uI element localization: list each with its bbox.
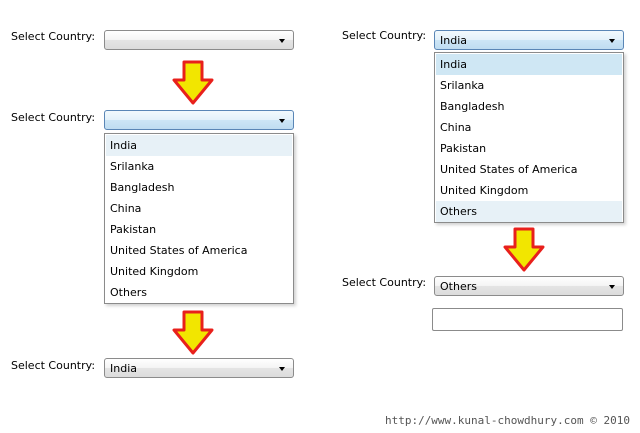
dropdown-option[interactable]: Others bbox=[106, 282, 292, 303]
select-country-label: Select Country: bbox=[11, 30, 96, 43]
chevron-down-icon bbox=[609, 39, 615, 43]
dropdown-option[interactable]: India bbox=[436, 54, 622, 75]
watermark-text: http://www.kunal-chowdhury.com © 2010 bbox=[384, 414, 630, 427]
country-combobox-focused[interactable]: India bbox=[434, 30, 624, 50]
select-country-label: Select Country: bbox=[11, 359, 96, 372]
dropdown-option[interactable]: China bbox=[106, 198, 292, 219]
country-combobox-focused[interactable] bbox=[104, 110, 294, 130]
dropdown-option[interactable]: Bangladesh bbox=[106, 177, 292, 198]
select-country-label: Select Country: bbox=[342, 29, 427, 42]
dropdown-option[interactable]: India bbox=[106, 135, 292, 156]
combobox-value: Others bbox=[440, 280, 477, 293]
select-country-label: Select Country: bbox=[342, 276, 427, 289]
dropdown-option[interactable]: Srilanka bbox=[106, 156, 292, 177]
chevron-down-icon bbox=[279, 119, 285, 123]
country-dropdown-list[interactable]: India Srilanka Bangladesh China Pakistan… bbox=[104, 133, 294, 304]
dropdown-option[interactable]: China bbox=[436, 117, 622, 138]
select-country-label: Select Country: bbox=[11, 111, 96, 124]
chevron-down-icon bbox=[609, 285, 615, 289]
dropdown-option[interactable]: Pakistan bbox=[106, 219, 292, 240]
combobox-value: India bbox=[440, 34, 467, 47]
country-combobox[interactable] bbox=[104, 30, 294, 50]
dropdown-option[interactable]: Pakistan bbox=[436, 138, 622, 159]
dropdown-option[interactable]: Srilanka bbox=[436, 75, 622, 96]
dropdown-option[interactable]: Others bbox=[436, 201, 622, 222]
other-country-textbox[interactable] bbox=[432, 308, 623, 331]
dropdown-option[interactable]: United States of America bbox=[436, 159, 622, 180]
dropdown-option[interactable]: United States of America bbox=[106, 240, 292, 261]
flow-arrow-down-icon bbox=[172, 60, 214, 105]
dropdown-option[interactable]: Bangladesh bbox=[436, 96, 622, 117]
chevron-down-icon bbox=[279, 367, 285, 371]
dropdown-option[interactable]: United Kingdom bbox=[436, 180, 622, 201]
flow-arrow-down-icon bbox=[503, 227, 545, 272]
flow-arrow-down-icon bbox=[172, 310, 214, 355]
dropdown-option[interactable]: United Kingdom bbox=[106, 261, 292, 282]
chevron-down-icon bbox=[279, 39, 285, 43]
country-dropdown-list[interactable]: India Srilanka Bangladesh China Pakistan… bbox=[434, 52, 624, 223]
country-combobox[interactable]: India bbox=[104, 358, 294, 378]
country-combobox[interactable]: Others bbox=[434, 276, 624, 296]
combobox-value: India bbox=[110, 362, 137, 375]
